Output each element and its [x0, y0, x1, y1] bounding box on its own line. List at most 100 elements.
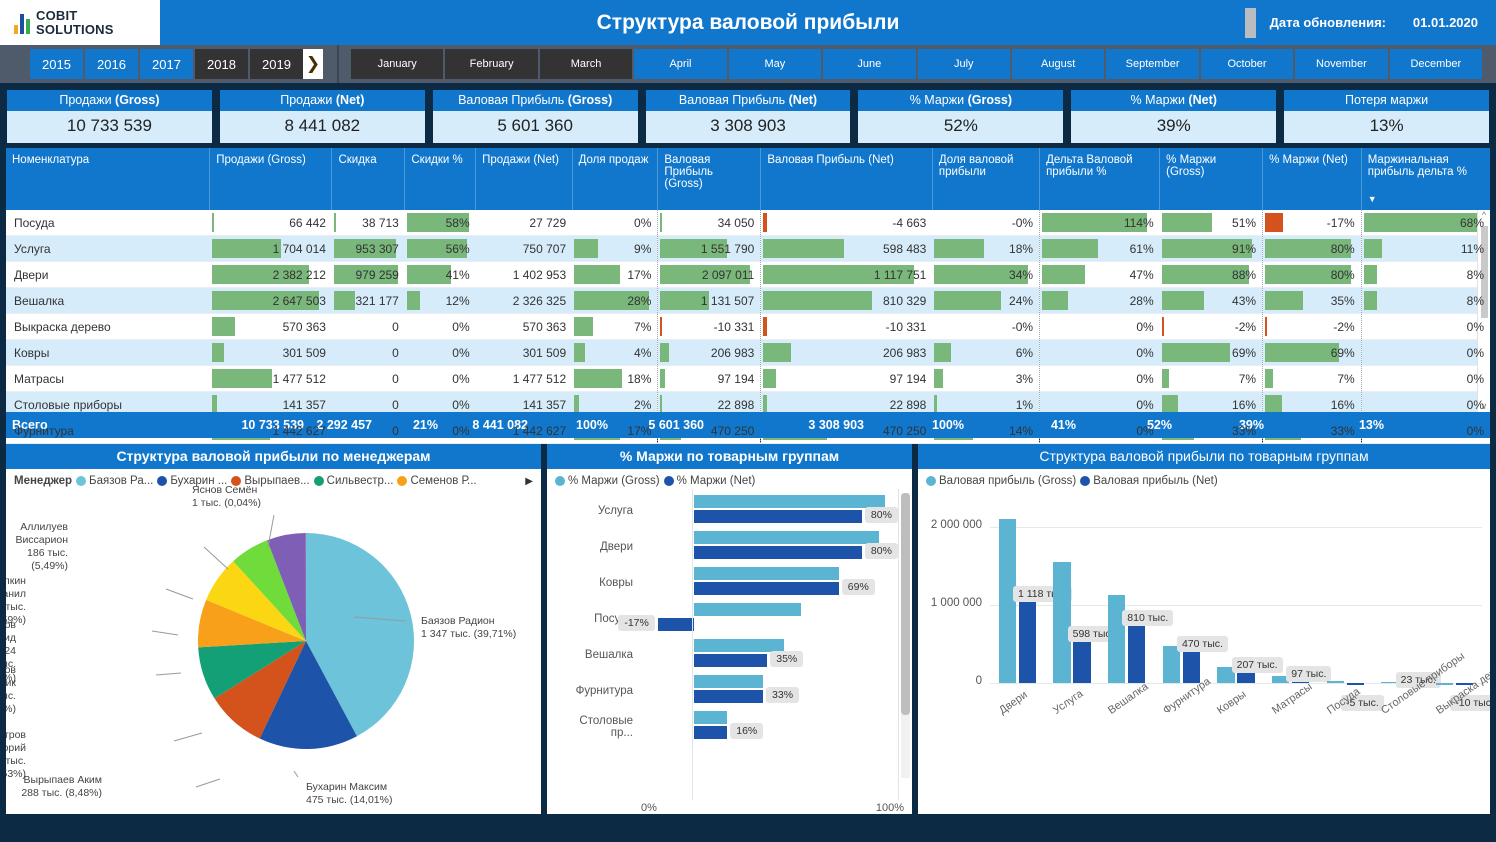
column-gross[interactable] — [1162, 646, 1180, 684]
table-row[interactable]: Двери 2 382 212 979 259 41% 1 402 953 17% 2 09… — [6, 261, 1490, 288]
hbar-row[interactable]: Вешалка 35% — [555, 637, 904, 673]
cell-text: 16% — [1232, 397, 1257, 412]
hbar-row[interactable]: Ковры 69% — [555, 565, 904, 601]
column-group[interactable] — [1053, 503, 1091, 699]
pie-label-2: Вырыпаев Аким 288 тыс. (8,48%) — [21, 774, 102, 800]
column-gross[interactable] — [1053, 561, 1071, 684]
column-gross[interactable] — [1436, 683, 1454, 685]
column-net[interactable] — [1018, 595, 1036, 684]
cell-text: 61% — [1129, 241, 1154, 256]
hbar-net[interactable] — [693, 510, 862, 523]
hbar-net[interactable] — [693, 654, 768, 667]
group-profit-chart[interactable]: 2 000 000 1 000 000 0 1 118 тыс. Двери 598 ты… — [918, 489, 1490, 814]
drag-handle-icon[interactable] — [1244, 7, 1256, 38]
legend-item-gross[interactable]: Валовая прибыль (Gross) — [926, 475, 1076, 487]
year-button-2018[interactable]: 2018 — [195, 49, 248, 79]
column-header-7[interactable]: Валовая Прибыль (Net) — [760, 148, 933, 210]
column-net[interactable] — [1073, 636, 1091, 684]
hbar-row[interactable]: Услуга 80% — [555, 493, 904, 529]
column-header-0[interactable]: Номенклатура — [6, 148, 211, 210]
hbar-gross[interactable] — [693, 567, 839, 580]
month-button-july[interactable]: July — [917, 49, 1010, 79]
table-row[interactable]: Выкраска дерево 570 363 0 0% 570 363 7% -10 33… — [6, 313, 1490, 340]
hbar-gross[interactable] — [693, 495, 886, 508]
table-row[interactable]: Услуга 1 704 014 953 307 56% 750 707 9% 1 551 … — [6, 235, 1490, 262]
total-discount_pct: 21% — [412, 418, 438, 432]
column-header-1[interactable]: Продажи (Gross) — [209, 148, 333, 210]
month-button-april[interactable]: April — [634, 49, 727, 79]
table-row[interactable]: Ковры 301 509 0 0% 301 509 4% 206 983 206 983 6%… — [6, 339, 1490, 366]
kpi-card-2: Валовая Прибыль (Gross) 5 601 360 — [431, 89, 639, 144]
year-button-2017[interactable]: 2017 — [140, 49, 193, 79]
year-next-icon[interactable]: ❯ — [303, 49, 323, 79]
column-header-10[interactable]: % Маржи (Gross) — [1159, 148, 1264, 210]
cell-gp_net: -4 663 — [760, 210, 933, 236]
hbar-gross[interactable] — [693, 675, 764, 688]
legend-item-gross[interactable]: % Маржи (Gross) — [555, 475, 660, 487]
cell-delta_gp_pct: 0% — [1039, 339, 1160, 366]
hbar-row[interactable]: Посуда -17% — [555, 601, 904, 637]
cell-text: 69% — [1232, 345, 1257, 360]
table-row[interactable]: Вешалка 2 647 503 321 177 12% 2 326 325 28% 1 … — [6, 287, 1490, 314]
hbar-net[interactable] — [693, 690, 764, 703]
table-row[interactable]: Посуда 66 442 38 713 58% 27 729 0% 34 050 -4 66… — [6, 210, 1490, 236]
column-gross[interactable] — [1108, 594, 1126, 684]
hbar-gross[interactable] — [693, 711, 728, 724]
month-button-march[interactable]: March — [539, 49, 633, 79]
column-header-8[interactable]: Доля валовой прибыли — [932, 148, 1041, 210]
column-gross[interactable] — [1326, 680, 1344, 684]
managers-pie-chart[interactable]: Баязов Радион 1 347 тыс. (39,71%) Бухарин … — [6, 484, 541, 814]
year-button-2016[interactable]: 2016 — [85, 49, 138, 79]
column-group[interactable] — [1436, 503, 1474, 699]
legend-item-net[interactable]: % Маржи (Net) — [663, 475, 755, 487]
cell-databar — [763, 343, 792, 362]
column-header-9[interactable]: Дельта Валовой прибыли % — [1039, 148, 1161, 210]
hbar-net[interactable] — [693, 582, 839, 595]
hbar-gross[interactable] — [693, 603, 801, 616]
month-button-november[interactable]: November — [1295, 49, 1388, 79]
column-group[interactable] — [1326, 503, 1364, 699]
hbar-row[interactable]: Двери 80% — [555, 529, 904, 565]
column-header-4[interactable]: Продажи (Net) — [475, 148, 573, 210]
year-button-2015[interactable]: 2015 — [30, 49, 83, 79]
cell-text: 11% — [1460, 241, 1484, 256]
column-group[interactable] — [1381, 503, 1419, 699]
hbar-gross[interactable] — [693, 531, 879, 544]
margin-bar-panel: % Маржи по товарным группам % Маржи (Gro… — [547, 444, 912, 814]
month-button-october[interactable]: October — [1200, 49, 1294, 79]
column-header-5[interactable]: Доля продаж — [572, 148, 659, 210]
month-button-september[interactable]: September — [1106, 49, 1199, 79]
table-row[interactable]: Матрасы 1 477 512 0 0% 1 477 512 18% 97 194 97 … — [6, 365, 1490, 392]
legend-item-4[interactable]: Семенов Р... — [397, 475, 477, 487]
month-button-december[interactable]: December — [1389, 49, 1483, 79]
column-header-6[interactable]: Валовая Прибыль (Gross) — [657, 148, 762, 210]
legend-item-3[interactable]: Сильвестр... — [313, 475, 393, 487]
cell-sales_gross: 1 477 512 — [209, 365, 332, 392]
hbar-net[interactable] — [693, 726, 728, 739]
hbar-net[interactable] — [657, 618, 694, 631]
column-header-3[interactable]: Скидки % — [404, 148, 477, 210]
column-group[interactable] — [1108, 503, 1146, 699]
hbar-net[interactable] — [693, 546, 862, 559]
hbar-gross[interactable] — [693, 639, 785, 652]
month-button-february[interactable]: February — [445, 49, 538, 79]
month-button-may[interactable]: May — [728, 49, 822, 79]
column-net[interactable] — [1128, 619, 1146, 684]
column-header-11[interactable]: % Маржи (Net) — [1262, 148, 1362, 210]
margin-bar-chart[interactable]: Услуга 80% Двери 80% Ковры 69% Посуда -17% Вешал… — [547, 489, 912, 800]
hbar-row[interactable]: Столовые пр... 16% — [555, 709, 904, 745]
month-button-august[interactable]: August — [1011, 49, 1105, 79]
column-header-12[interactable]: Маржинальная прибыль дельта % ▼ — [1361, 148, 1490, 210]
legend-item-net[interactable]: Валовая прибыль (Net) — [1080, 475, 1218, 487]
legend-item-0[interactable]: Баязов Ра... — [76, 475, 153, 487]
cell-discount: 38 713 — [331, 210, 405, 236]
month-button-june[interactable]: June — [823, 49, 916, 79]
month-button-january[interactable]: January — [351, 49, 444, 79]
hbar-row[interactable]: Фурнитура 33% — [555, 673, 904, 709]
year-button-2019[interactable]: 2019 — [250, 49, 303, 79]
cell-text: 0% — [1136, 397, 1154, 412]
column-header-2[interactable]: Скидка — [331, 148, 406, 210]
legend-more-icon[interactable]: ▶ — [525, 476, 533, 487]
column-group[interactable] — [1162, 503, 1200, 699]
cell-text: 0% — [1466, 371, 1484, 386]
